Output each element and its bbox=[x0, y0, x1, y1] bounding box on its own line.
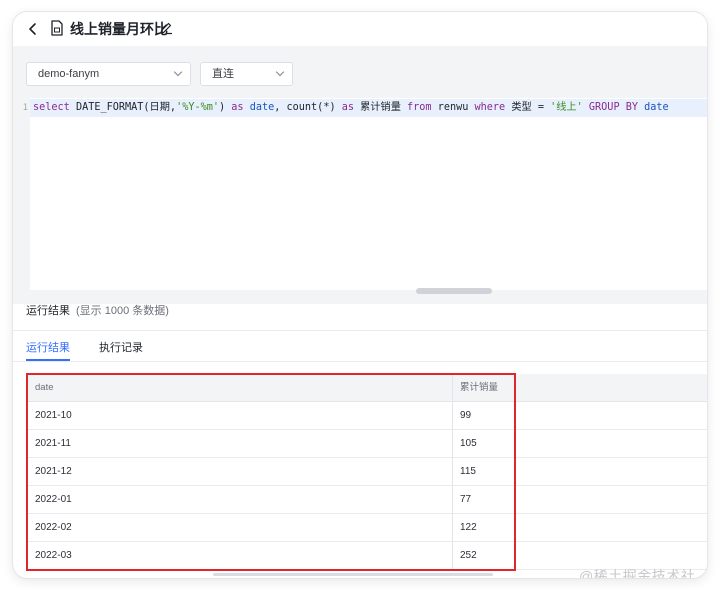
table-row[interactable]: 2021-12 115 bbox=[27, 458, 707, 486]
sql-code-line[interactable]: select DATE_FORMAT(日期,'%Y-%m') as date, … bbox=[30, 99, 707, 117]
column-header-date[interactable]: date bbox=[35, 382, 54, 394]
sql-text: 累计销量 bbox=[354, 102, 408, 113]
cell-date: 2022-02 bbox=[35, 522, 72, 533]
query-window: 线上销量月环比 demo-fanym 直连 1 select DATE_FORM… bbox=[13, 12, 707, 578]
datasource-value: demo-fanym bbox=[38, 68, 100, 80]
line-number-gutter: 1 bbox=[13, 98, 30, 290]
sql-text: , count(*) bbox=[274, 102, 342, 113]
sql-function: DATE_FORMAT(日期, bbox=[69, 102, 177, 113]
page-title: 线上销量月环比 bbox=[70, 21, 168, 37]
cell-date: 2021-10 bbox=[35, 410, 72, 421]
divider bbox=[13, 361, 707, 362]
column-header-sales[interactable]: 累计销量 bbox=[460, 382, 498, 394]
watermark: @稀土掘金技术社区 bbox=[579, 568, 696, 578]
chevron-down-icon bbox=[275, 71, 285, 77]
horizontal-scrollbar[interactable] bbox=[213, 573, 493, 576]
sql-editor[interactable]: 1 select DATE_FORMAT(日期,'%Y-%m') as date… bbox=[13, 98, 707, 290]
datasource-select[interactable]: demo-fanym bbox=[26, 62, 191, 86]
divider bbox=[13, 330, 707, 331]
sql-string: '%Y-%m' bbox=[176, 102, 219, 113]
sql-keyword: select bbox=[33, 102, 70, 113]
connection-mode-select[interactable]: 直连 bbox=[200, 62, 293, 86]
sql-text: ) bbox=[219, 102, 232, 113]
cell-sales: 252 bbox=[460, 550, 477, 561]
table-row[interactable]: 2022-01 77 bbox=[27, 486, 707, 514]
sql-keyword: from bbox=[407, 102, 432, 113]
table-row[interactable]: 2022-03 252 bbox=[27, 542, 707, 570]
column-divider bbox=[452, 374, 453, 570]
header-bar: 线上销量月环比 bbox=[13, 12, 707, 46]
cell-date: 2021-11 bbox=[35, 438, 71, 449]
editor-resize-handle[interactable] bbox=[416, 288, 492, 294]
sql-keyword: as bbox=[341, 102, 354, 113]
sql-string: '线上' bbox=[550, 102, 583, 113]
results-row-count: (显示 1000 条数据) bbox=[76, 305, 169, 317]
connection-mode-value: 直连 bbox=[212, 68, 234, 80]
results-title: 运行结果 bbox=[26, 305, 70, 317]
cell-date: 2021-12 bbox=[35, 466, 72, 477]
cell-date: 2022-01 bbox=[35, 494, 72, 505]
cell-date: 2022-03 bbox=[35, 550, 72, 561]
cell-sales: 122 bbox=[460, 522, 477, 533]
chevron-down-icon bbox=[173, 71, 183, 77]
sql-document-icon bbox=[51, 20, 63, 36]
tab-execution-history[interactable]: 执行记录 bbox=[99, 341, 143, 355]
sql-identifier: date bbox=[249, 102, 275, 113]
sql-keyword: where bbox=[474, 102, 506, 113]
cell-sales: 105 bbox=[460, 438, 477, 449]
sql-keyword: GROUP BY bbox=[588, 102, 638, 113]
sql-text: renwu bbox=[431, 102, 475, 113]
tab-run-results[interactable]: 运行结果 bbox=[26, 341, 70, 355]
sql-keyword: as bbox=[231, 102, 244, 113]
sql-identifier: date bbox=[644, 102, 669, 113]
cell-sales: 77 bbox=[460, 494, 472, 505]
table-row[interactable]: 2021-11 105 bbox=[27, 430, 707, 458]
table-row[interactable]: 2021-10 99 bbox=[27, 402, 707, 430]
sql-text: 类型 = bbox=[505, 102, 551, 113]
cell-sales: 115 bbox=[460, 466, 476, 477]
cell-sales: 99 bbox=[460, 410, 472, 421]
edit-pencil-icon[interactable] bbox=[159, 21, 173, 35]
table-header: date 累计销量 bbox=[27, 374, 707, 402]
line-number: 1 bbox=[22, 103, 28, 113]
back-arrow-icon[interactable] bbox=[25, 21, 41, 37]
table-row[interactable]: 2022-02 122 bbox=[27, 514, 707, 542]
